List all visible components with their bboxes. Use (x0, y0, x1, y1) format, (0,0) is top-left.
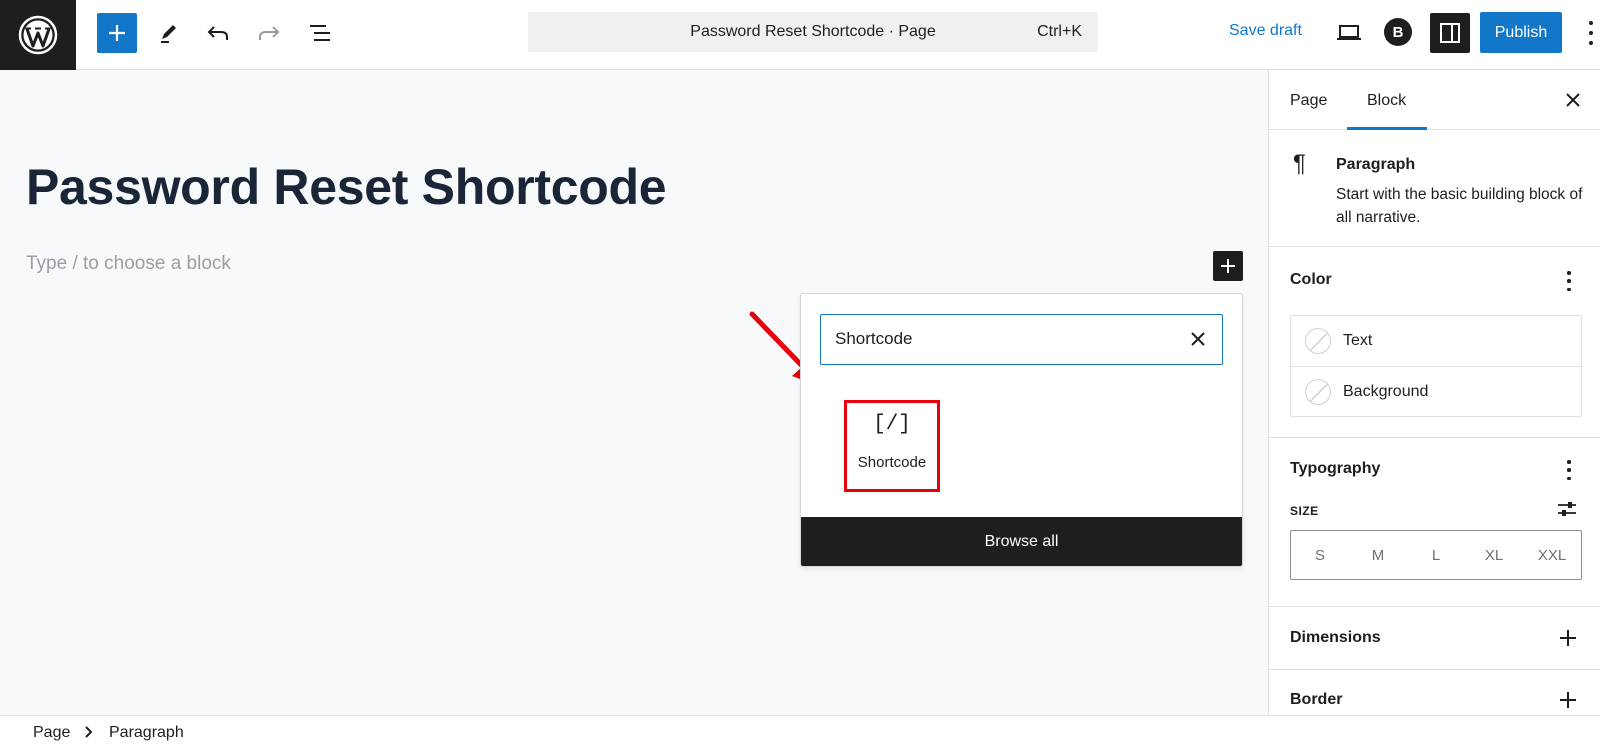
save-draft-button[interactable]: Save draft (1229, 22, 1302, 40)
pencil-icon (161, 25, 176, 43)
plus-icon[interactable] (1559, 691, 1577, 709)
undo-icon (207, 26, 228, 40)
block-result-label: Shortcode (857, 454, 927, 471)
block-breadcrumb-bar: Page Paragraph (0, 715, 1600, 745)
breadcrumb-paragraph[interactable]: Paragraph (109, 724, 184, 742)
editor-top-bar: Password Reset Shortcode · Page Ctrl+K S… (0, 0, 1600, 70)
plus-icon (1221, 259, 1235, 273)
shortcode-icon: [/] (873, 413, 911, 436)
chevron-right-icon (85, 726, 93, 738)
block-search-field[interactable] (820, 314, 1223, 365)
border-panel-title: Border (1290, 691, 1343, 708)
desktop-preview-icon (1337, 25, 1361, 40)
block-card: ¶ Paragraph Start with the basic buildin… (1269, 130, 1600, 247)
undo-button[interactable] (198, 13, 238, 53)
redo-icon (259, 26, 280, 40)
block-name: Paragraph (1336, 156, 1416, 173)
font-size-l[interactable]: L (1416, 547, 1456, 564)
settings-sidebar-toggle[interactable] (1430, 13, 1470, 53)
close-icon[interactable] (1565, 92, 1581, 108)
typography-options-button[interactable] (1566, 460, 1572, 480)
list-view-icon (310, 25, 330, 41)
color-settings-list: Text Background (1290, 315, 1582, 417)
color-panel-title: Color (1290, 271, 1332, 288)
command-palette-button[interactable]: Password Reset Shortcode · Page Ctrl+K (528, 12, 1098, 52)
post-title[interactable]: Password Reset Shortcode (26, 158, 667, 216)
quick-inserter-popover: [/] Shortcode Browse all (800, 293, 1243, 567)
tools-button[interactable] (148, 13, 188, 53)
text-color-item[interactable]: Text (1291, 316, 1581, 366)
font-size-m[interactable]: M (1358, 547, 1398, 564)
color-options-button[interactable] (1566, 271, 1572, 291)
typography-panel: Typography SIZE S M L XL XXL (1269, 438, 1600, 607)
block-description: Start with the basic building block of a… (1336, 186, 1583, 226)
empty-swatch-icon (1305, 378, 1331, 405)
inline-add-block-button[interactable] (1213, 251, 1243, 281)
plus-icon (109, 25, 125, 41)
document-title: Password Reset Shortcode · Page (690, 23, 936, 40)
font-size-s[interactable]: S (1300, 547, 1340, 564)
block-inserter-toggle[interactable] (97, 13, 137, 53)
publish-button[interactable]: Publish (1480, 12, 1562, 53)
color-item-label: Text (1343, 332, 1373, 349)
clear-search-button[interactable] (1188, 329, 1208, 349)
editor-canvas: Password Reset Shortcode Type / to choos… (0, 70, 1268, 715)
empty-swatch-icon (1305, 328, 1331, 354)
keyboard-shortcut: Ctrl+K (1037, 23, 1082, 40)
pilcrow-icon: ¶ (1293, 150, 1306, 177)
wordpress-icon (18, 15, 58, 55)
sidebar-icon (1440, 23, 1460, 43)
set-custom-size-icon[interactable] (1557, 500, 1577, 518)
close-icon (1191, 332, 1205, 346)
font-size-picker: S M L XL XXL (1290, 530, 1582, 580)
block-search-input[interactable] (835, 315, 1165, 363)
border-panel[interactable]: Border (1269, 670, 1600, 715)
browse-all-button[interactable]: Browse all (801, 517, 1242, 566)
background-color-item[interactable]: Background (1291, 366, 1581, 416)
more-options-button[interactable] (1584, 18, 1598, 48)
tab-page[interactable]: Page (1290, 92, 1327, 110)
color-panel: Color Text Background (1269, 247, 1600, 438)
sidebar-tabs: Page Block (1269, 70, 1600, 130)
dimensions-panel[interactable]: Dimensions (1269, 607, 1600, 670)
document-overview-button[interactable] (300, 13, 340, 53)
font-size-xxl[interactable]: XXL (1532, 547, 1572, 564)
redo-button[interactable] (249, 13, 289, 53)
paragraph-block-placeholder[interactable]: Type / to choose a block (26, 253, 231, 275)
settings-sidebar: Page Block ¶ Paragraph Start with the ba… (1268, 70, 1600, 715)
shortcode-block-result[interactable]: [/] Shortcode (844, 400, 940, 492)
color-item-label: Background (1343, 382, 1429, 400)
wordpress-logo-button[interactable] (0, 0, 76, 70)
plus-icon[interactable] (1559, 629, 1577, 647)
preview-button[interactable] (1333, 16, 1365, 50)
tab-block[interactable]: Block (1367, 92, 1406, 110)
font-size-label: SIZE (1290, 504, 1319, 518)
font-size-xl[interactable]: XL (1474, 547, 1514, 564)
breadcrumb-page[interactable]: Page (33, 724, 70, 742)
plugin-b-button[interactable]: B (1384, 18, 1412, 46)
typography-panel-title: Typography (1290, 460, 1381, 477)
dimensions-panel-title: Dimensions (1290, 629, 1381, 646)
